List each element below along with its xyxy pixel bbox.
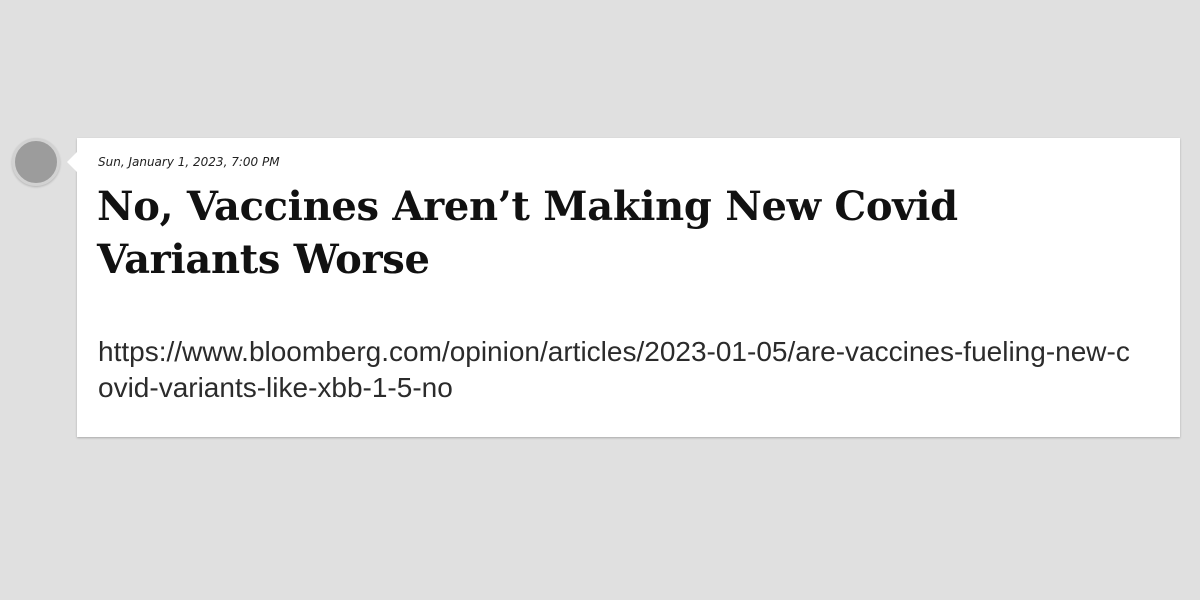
post-headline: No, Vaccines Aren’t Making New Covid Var… — [97, 183, 958, 283]
post-card: Sun, January 1, 2023, 7:00 PM No, Vaccin… — [67, 138, 1180, 437]
card-pointer — [67, 152, 77, 172]
avatar[interactable] — [12, 138, 60, 186]
post-timestamp: Sun, January 1, 2023, 7:00 PM — [98, 155, 280, 169]
post-url-link[interactable]: https://www.bloomberg.com/opinion/articl… — [98, 334, 1138, 406]
